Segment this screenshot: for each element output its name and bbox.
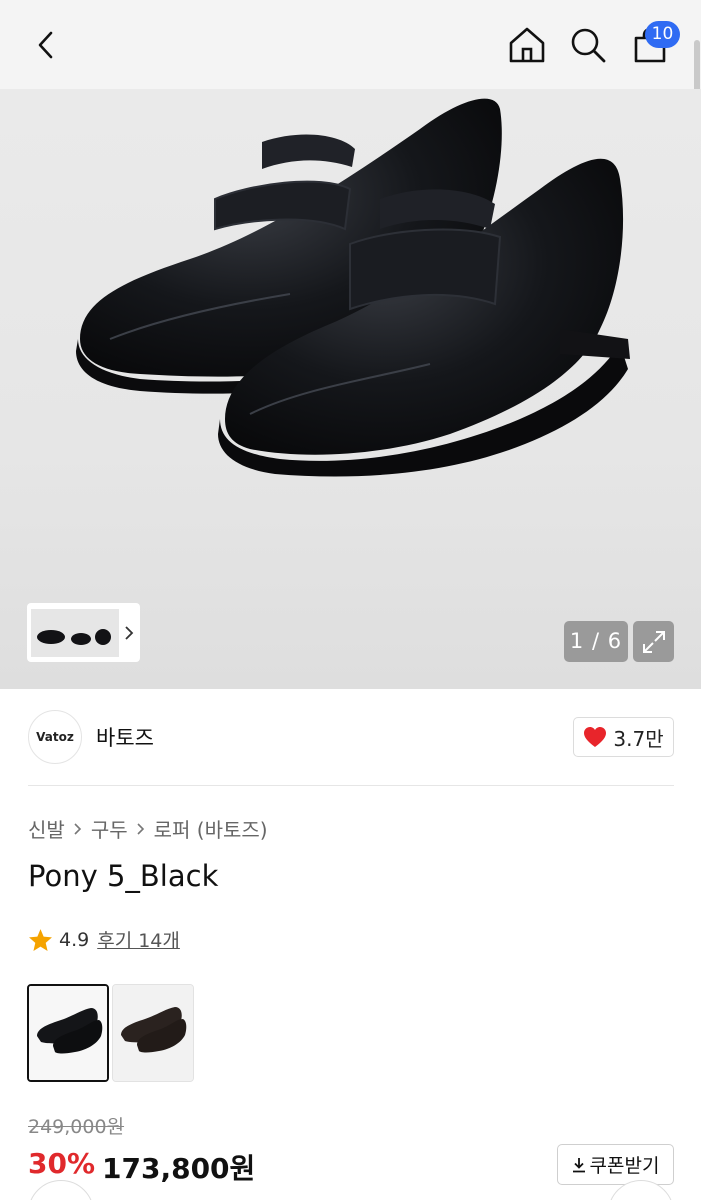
product-photo xyxy=(76,98,630,477)
search-button[interactable] xyxy=(561,18,615,72)
chevron-right-icon xyxy=(125,625,134,640)
breadcrumb-item[interactable]: 로퍼 (바토즈) xyxy=(154,814,268,843)
reviews-link[interactable]: 후기 14개 xyxy=(97,926,180,953)
coupon-button[interactable]: 쿠폰받기 xyxy=(557,1144,674,1185)
rating-score: 4.9 xyxy=(59,928,90,951)
home-button[interactable] xyxy=(500,18,554,72)
chevron-right-icon xyxy=(73,821,83,837)
original-price: 249,000원 xyxy=(28,1116,125,1138)
brown-shoe-thumbnail xyxy=(113,985,193,1081)
gallery-thumbnail-strip[interactable] xyxy=(27,603,140,662)
chevron-right-icon xyxy=(136,821,146,837)
breadcrumb: 신발 구두 로퍼 (바토즈) xyxy=(28,814,268,843)
download-icon xyxy=(572,1157,585,1172)
top-navigation-bar: 10 xyxy=(0,0,701,89)
home-icon xyxy=(509,27,545,63)
chevron-left-icon xyxy=(38,31,53,59)
back-button[interactable] xyxy=(20,18,74,72)
expand-button[interactable] xyxy=(633,621,674,662)
star-icon xyxy=(29,928,52,951)
black-shoe-thumbnail xyxy=(29,986,107,1080)
brand-logo[interactable]: Vatoz xyxy=(28,710,82,764)
heart-icon xyxy=(584,727,607,747)
color-option-brown[interactable] xyxy=(112,984,194,1082)
sale-price: 173,800원 xyxy=(102,1152,256,1185)
cart-count-badge: 10 xyxy=(645,21,680,48)
product-title: Pony 5_Black xyxy=(28,859,219,893)
like-count: 3.7만 xyxy=(613,726,664,751)
brand-row: Vatoz 바토즈 3.7만 xyxy=(0,689,701,786)
product-image-gallery[interactable]: 1 / 6 xyxy=(0,89,701,689)
image-counter: 1 / 6 xyxy=(564,621,628,662)
color-option-black[interactable] xyxy=(27,984,109,1082)
discount-rate: 30% xyxy=(28,1147,96,1180)
coupon-label: 쿠폰받기 xyxy=(589,1155,660,1177)
breadcrumb-item[interactable]: 신발 xyxy=(28,814,65,843)
brand-name[interactable]: 바토즈 xyxy=(96,722,154,752)
search-icon xyxy=(571,28,606,63)
divider xyxy=(28,785,674,786)
breadcrumb-item[interactable]: 구두 xyxy=(91,814,128,843)
rating-row: 4.9 후기 14개 xyxy=(28,926,180,953)
like-button[interactable]: 3.7만 xyxy=(573,717,674,757)
floating-button-left[interactable] xyxy=(28,1180,94,1200)
expand-icon xyxy=(642,630,665,653)
gallery-thumbnail xyxy=(31,608,119,657)
